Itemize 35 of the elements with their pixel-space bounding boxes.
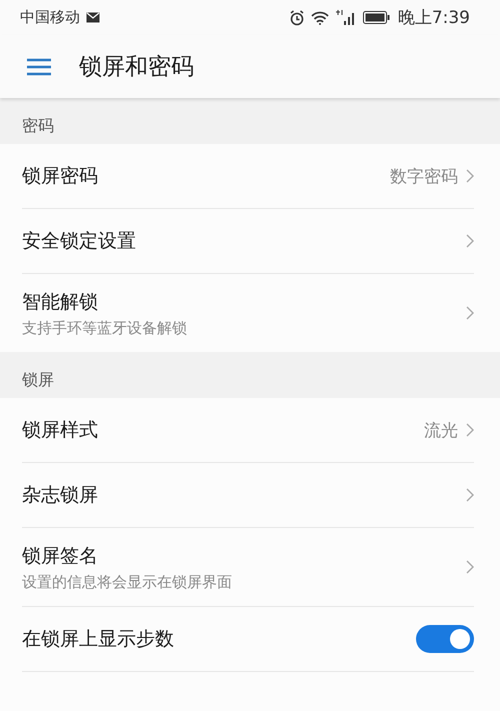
signal-icon bbox=[334, 10, 357, 25]
chevron-icon bbox=[466, 306, 474, 320]
row-title: 杂志锁屏 bbox=[22, 483, 99, 508]
settings-row[interactable]: 安全锁定设置 bbox=[22, 208, 474, 273]
alarm-icon bbox=[288, 10, 305, 26]
settings-row[interactable]: 锁屏密码 数字密码 bbox=[22, 144, 474, 208]
row-subtitle: 设置的信息将会显示在锁屏界面 bbox=[22, 572, 233, 592]
row-subtitle: 支持手环等蓝牙设备解锁 bbox=[22, 318, 188, 338]
row-title: 在锁屏上显示步数 bbox=[22, 627, 175, 652]
chevron-icon bbox=[466, 560, 474, 574]
row-title: 锁屏签名 bbox=[22, 544, 99, 568]
row-value: 数字密码 bbox=[390, 166, 458, 188]
chevron-icon bbox=[466, 169, 474, 183]
settings-row[interactable]: 锁屏样式 流光 bbox=[22, 398, 474, 462]
clock-time: 晚上7:39 bbox=[398, 7, 470, 29]
settings-row[interactable]: 锁屏签名 设置的信息将会显示在锁屏界面 bbox=[22, 527, 474, 606]
carrier-name: 中国移动 bbox=[20, 8, 80, 27]
chevron-icon bbox=[466, 234, 474, 248]
menu-icon[interactable] bbox=[27, 58, 51, 76]
settings-row[interactable]: 杂志锁屏 bbox=[22, 462, 474, 527]
section-header: 锁屏 bbox=[0, 352, 500, 398]
wifi-icon bbox=[310, 10, 329, 24]
battery-icon bbox=[362, 11, 390, 24]
row-title: 锁屏样式 bbox=[22, 418, 99, 443]
chevron-icon bbox=[466, 423, 474, 437]
chevron-icon bbox=[466, 488, 474, 502]
row-value: 流光 bbox=[424, 420, 458, 442]
section-header: 密码 bbox=[0, 98, 500, 144]
row-title: 锁屏密码 bbox=[22, 164, 99, 189]
toggle-switch[interactable] bbox=[416, 625, 474, 653]
row-title: 智能解锁 bbox=[22, 290, 99, 314]
row-title: 安全锁定设置 bbox=[22, 229, 137, 254]
settings-row[interactable]: 在锁屏上显示步数 bbox=[22, 606, 474, 672]
page-title: 锁屏和密码 bbox=[79, 53, 194, 82]
mail-icon bbox=[86, 12, 100, 23]
